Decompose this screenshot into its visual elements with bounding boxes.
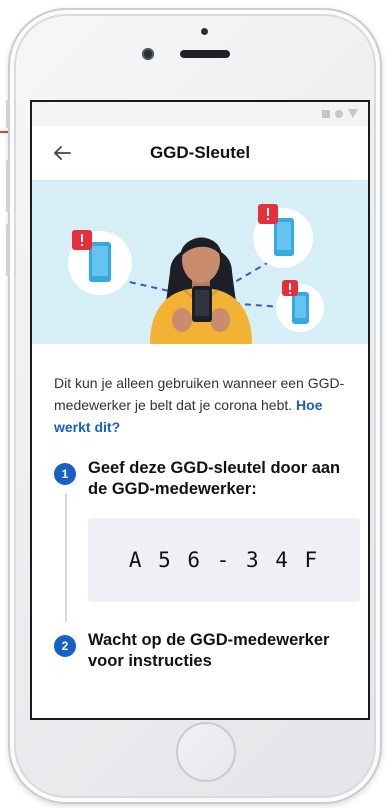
circle-icon xyxy=(335,109,343,118)
home-button[interactable] xyxy=(176,722,236,782)
step-number-badge: 1 xyxy=(54,463,76,485)
ggd-key-code: A 5 6 - 3 4 F xyxy=(88,518,360,602)
contact-tracing-illustration xyxy=(68,204,324,344)
status-bar xyxy=(32,102,368,126)
proximity-sensor xyxy=(201,28,208,35)
mute-switch xyxy=(6,100,10,128)
arrow-left-icon xyxy=(54,146,71,160)
app-bar: GGD-Sleutel xyxy=(32,126,368,180)
step-title: Geef deze GGD-sleutel door aan de GGD-me… xyxy=(88,459,341,498)
intro-paragraph: Dit kun je alleen gebruiken wanneer een … xyxy=(32,344,368,438)
square-icon xyxy=(322,109,330,118)
step-1: 1 Geef deze GGD-sleutel door aan de GGD-… xyxy=(32,458,368,602)
volume-up-button xyxy=(6,160,10,212)
earpiece-speaker xyxy=(180,50,230,58)
triangle-icon xyxy=(348,109,358,118)
volume-down-button xyxy=(6,224,10,276)
back-button[interactable] xyxy=(50,141,74,165)
front-camera xyxy=(142,48,154,60)
hero-illustration xyxy=(32,180,368,344)
page: GGD-Sleutel Dit kun je alleen gebruiken … xyxy=(0,0,392,808)
step-title: Wacht op de GGD-medewerker voor instruct… xyxy=(88,631,330,670)
step-2: 2 Wacht op de GGD-medewerker voor instru… xyxy=(32,630,368,672)
step-number-badge: 2 xyxy=(54,635,76,657)
status-icons xyxy=(322,109,358,118)
steps-list: 1 Geef deze GGD-sleutel door aan de GGD-… xyxy=(32,438,368,672)
app-screen: GGD-Sleutel Dit kun je alleen gebruiken … xyxy=(30,100,370,720)
page-title: GGD-Sleutel xyxy=(149,143,251,162)
